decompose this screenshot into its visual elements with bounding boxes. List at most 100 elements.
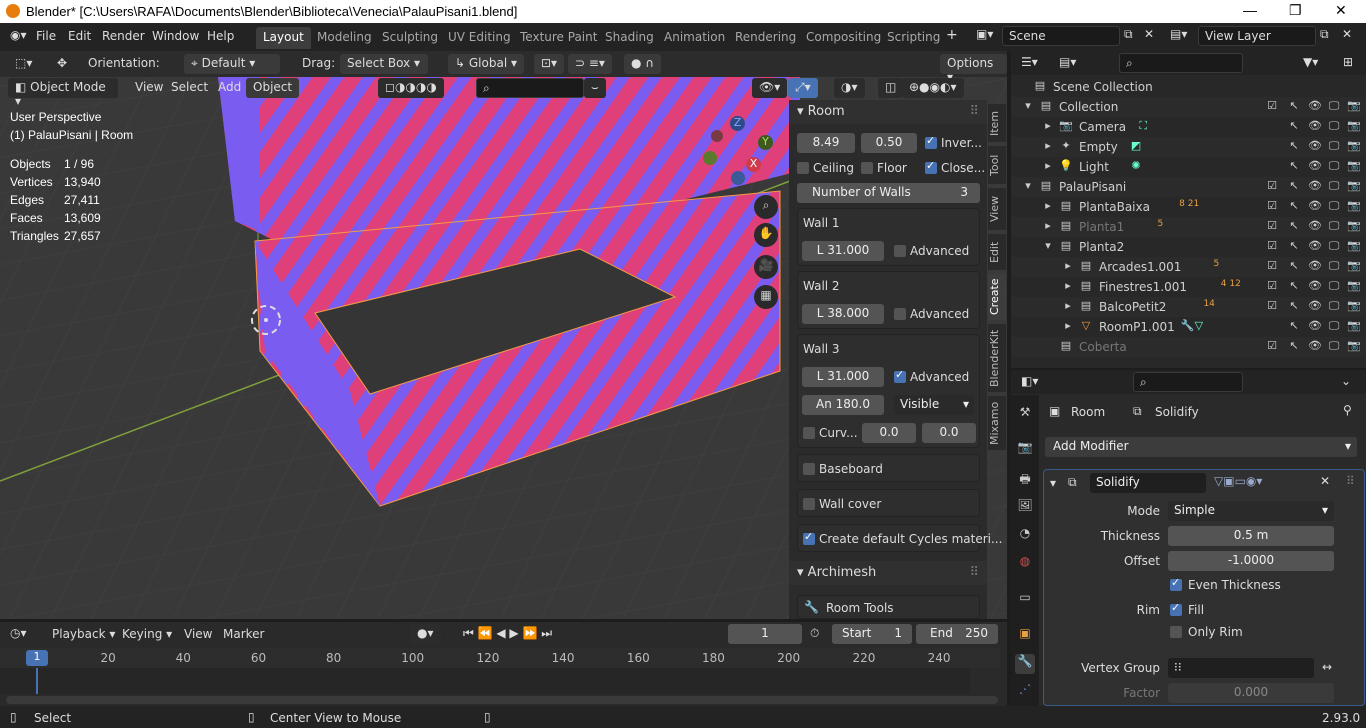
expand-arrow-icon[interactable]: ▾ [1041, 239, 1055, 253]
expand-arrow-icon[interactable]: ▸ [1041, 199, 1055, 213]
filter-icon[interactable]: ▼▾ [1303, 55, 1318, 69]
render-icon[interactable]: 📷 [1347, 139, 1361, 153]
snap-icon[interactable]: ⊃ ≡▾ [568, 54, 612, 74]
viewport-display-icon[interactable]: 🖵 [1327, 259, 1341, 273]
view-layer-properties-icon[interactable]: 🖼 [1015, 498, 1035, 518]
new-scene-icon[interactable]: ⧉ [1124, 27, 1133, 42]
scene-selector-icon[interactable]: ▣▾ [976, 27, 993, 41]
tab-modeling[interactable]: Modeling [310, 27, 379, 49]
select-mode-icons[interactable]: ◻◑◑◑◑ [378, 78, 444, 98]
child-count-badge[interactable]: 8 21 [1164, 199, 1214, 213]
invert-vertex-group-icon[interactable]: ↔ [1322, 660, 1332, 674]
shading-modes-icons[interactable]: ⊕●◉◐▾ [902, 78, 964, 98]
render-icon[interactable]: 📷 [1347, 99, 1361, 113]
expand-arrow-icon[interactable]: ▸ [1061, 299, 1075, 313]
maximize-icon[interactable]: ❐ [1289, 2, 1302, 19]
timeline-ruler[interactable]: 20 40 60 80 100 120 140 160 180 200 220 240 1 [0, 648, 1000, 668]
transform-gizmo-icon[interactable]: ✥ [50, 54, 74, 74]
render-icon[interactable]: 📷 [1347, 279, 1361, 293]
proportional-edit-icon[interactable]: ● ∩ [624, 54, 662, 74]
selectable-icon[interactable]: ↖ [1287, 139, 1301, 153]
visibility-eye-icon[interactable]: 👁 [1308, 99, 1322, 113]
ortho-grid-icon[interactable]: ▦ [754, 285, 778, 309]
viewport-display-icon[interactable]: 🖵 [1327, 119, 1341, 133]
xray-icon[interactable]: ◫ [878, 78, 904, 98]
exclude-checkbox[interactable]: ☑ [1265, 219, 1279, 233]
expand-arrow-icon[interactable]: ▸ [1061, 259, 1075, 273]
gizmo-neg-z[interactable] [731, 171, 745, 185]
visibility-eye-icon[interactable]: 👁 [1308, 139, 1322, 153]
world-properties-icon[interactable]: ◍ [1015, 554, 1035, 574]
options-dropdown[interactable]: Options ▾ [940, 54, 1007, 84]
rim-fill-checkbox[interactable] [1170, 601, 1182, 616]
selectable-icon[interactable]: ↖ [1287, 219, 1301, 233]
menu-edit[interactable]: Edit [68, 29, 91, 43]
inverse-checkbox[interactable] [925, 134, 937, 149]
gizmo-neg-y[interactable] [703, 151, 717, 165]
outliner-search-field[interactable]: ⌕ [1119, 53, 1243, 73]
selectable-icon[interactable]: ↖ [1287, 119, 1301, 133]
only-rim-checkbox[interactable] [1170, 626, 1182, 638]
playhead-marker[interactable]: 1 [26, 650, 48, 666]
child-count-badge[interactable]: 5 [1135, 219, 1185, 233]
tab-tool[interactable]: Tool [988, 146, 1006, 184]
orientation-dropdown[interactable]: ⌖ Default ▾ [184, 54, 280, 74]
exclude-checkbox[interactable]: ☑ [1265, 199, 1279, 213]
viewport-display-icon[interactable]: 🖵 [1327, 299, 1341, 313]
menu-object[interactable]: Object [246, 78, 300, 98]
render-icon[interactable]: 📷 [1347, 299, 1361, 313]
gizmo-neg-x[interactable] [711, 130, 723, 142]
factor-field[interactable]: 0.000 [1168, 683, 1334, 703]
outliner-row[interactable]: ▸ ▤ PlantaBaixa 8 21 ☑ ↖ 👁 🖵 📷 [1011, 197, 1366, 217]
timeline-view-menu[interactable]: View [184, 627, 212, 641]
new-collection-icon[interactable]: ⊞ [1343, 55, 1353, 69]
visibility-eye-icon[interactable]: 👁 [1308, 299, 1322, 313]
baseboard-checkbox[interactable] [803, 463, 815, 475]
visibility-eye-icon[interactable]: 👁 [1308, 119, 1322, 133]
menu-add[interactable]: Add [211, 78, 248, 98]
visibility-eye-icon[interactable]: 👁 [1308, 279, 1322, 293]
archimesh-panel-header[interactable]: ▾ Archimesh ⠿ [789, 561, 987, 585]
render-icon[interactable]: 📷 [1347, 239, 1361, 253]
object-data-icon[interactable]: ✺ [1121, 159, 1151, 173]
delete-modifier-icon[interactable]: ✕ [1320, 474, 1330, 488]
wall-2-advanced-checkbox[interactable] [894, 308, 906, 320]
collapse-modifier-icon[interactable]: ▾ [1050, 476, 1056, 490]
timeline-track-area[interactable] [0, 668, 970, 694]
camera-view-icon[interactable]: 🎥 [754, 255, 778, 279]
collection-properties-icon[interactable]: ▭ [1015, 590, 1035, 610]
room-thickness-field[interactable]: 0.50 [861, 133, 917, 153]
render-icon[interactable]: 📷 [1347, 319, 1361, 333]
tab-view[interactable]: View [988, 188, 1006, 230]
timeline-editor-icon[interactable]: ◷▾ [10, 626, 27, 640]
modifier-toggle-icons[interactable]: ▽▣▭◉▾ [1214, 474, 1262, 488]
exclude-checkbox[interactable]: ☑ [1265, 339, 1279, 353]
exclude-checkbox[interactable]: ☑ [1265, 99, 1279, 113]
tab-scripting[interactable]: Scripting [880, 27, 947, 49]
expand-arrow-icon[interactable]: ▾ [1021, 99, 1035, 113]
outliner-row[interactable]: ▸ 📷 Camera ⛶ ↖ 👁 🖵 📷 [1011, 117, 1366, 137]
child-count-badge[interactable]: 14 [1184, 299, 1234, 313]
outliner-row[interactable]: ▸ 💡 Light ✺ ↖ 👁 🖵 📷 [1011, 157, 1366, 177]
viewport-display-icon[interactable]: 🖵 [1327, 239, 1341, 253]
wall-3-curve-checkbox[interactable] [803, 427, 815, 439]
outliner-row[interactable]: ▸ ▽ RoomP1.001 🔧▽ ↖ 👁 🖵 📷 [1011, 317, 1366, 337]
view-layer-field[interactable]: View Layer [1198, 26, 1316, 46]
exclude-checkbox[interactable]: ☑ [1265, 259, 1279, 273]
wall-3-angle-field[interactable]: An 180.0 [802, 395, 884, 415]
minimize-icon[interactable]: — [1243, 2, 1257, 18]
tab-mixamo[interactable]: Mixamo [988, 396, 1006, 450]
tab-shading[interactable]: Shading [598, 27, 661, 49]
drag-dropdown[interactable]: Select Box ▾ [340, 54, 428, 74]
exclude-checkbox[interactable]: ☑ [1265, 179, 1279, 193]
output-properties-icon[interactable]: 🖶 [1015, 470, 1035, 490]
tab-rendering[interactable]: Rendering [728, 27, 803, 49]
overlay-toggle-icon[interactable]: ◑▾ [834, 78, 865, 98]
tab-item[interactable]: Item [988, 104, 1006, 142]
viewport-display-icon[interactable]: 🖵 [1327, 339, 1341, 353]
room-tools-box[interactable]: 🔧 Room Tools [797, 595, 980, 619]
object-data-icon[interactable]: ⛶ [1128, 119, 1158, 133]
viewport-display-icon[interactable]: 🖵 [1327, 219, 1341, 233]
room-height-field[interactable]: 8.49 [797, 133, 855, 153]
child-count-badge[interactable]: 5 [1191, 259, 1241, 273]
